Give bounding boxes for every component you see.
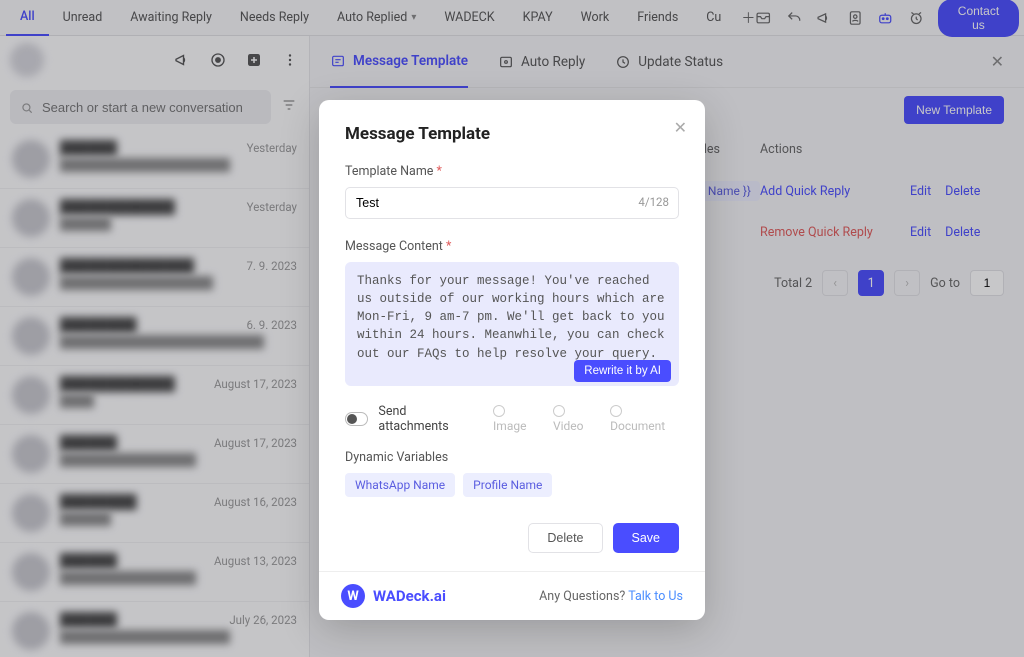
- attachment-options: Image Video Document: [493, 405, 679, 433]
- template-name-label: Template Name *: [345, 164, 679, 179]
- dynamic-variables-label: Dynamic Variables: [345, 450, 679, 465]
- message-content-label: Message Content *: [345, 239, 679, 254]
- attach-option-image: Image: [493, 405, 541, 433]
- variable-chip-whatsapp-name[interactable]: WhatsApp Name: [345, 473, 455, 497]
- send-attachments-row: Send attachments Image Video Document: [345, 404, 679, 434]
- template-name-counter: 4/128: [638, 195, 669, 209]
- brand-logo-icon: W: [341, 584, 365, 608]
- dynamic-variable-chips: WhatsApp Name Profile Name: [345, 473, 679, 497]
- talk-to-us-link[interactable]: Talk to Us: [628, 589, 683, 604]
- brand: W WADeck.ai: [341, 584, 446, 608]
- send-attachments-label: Send attachments: [378, 404, 477, 434]
- variable-chip-profile-name[interactable]: Profile Name: [463, 473, 552, 497]
- attach-option-document: Document: [610, 405, 679, 433]
- template-name-input[interactable]: [345, 187, 679, 219]
- rewrite-ai-button[interactable]: Rewrite it by AI: [574, 360, 671, 382]
- modal-overlay: Message Template ✕ Template Name * 4/128…: [0, 0, 1024, 657]
- modal-footer: W WADeck.ai Any Questions? Talk to Us: [319, 571, 705, 620]
- modal-actions: Delete Save: [345, 523, 679, 553]
- modal-save-button[interactable]: Save: [613, 523, 680, 553]
- message-template-modal: Message Template ✕ Template Name * 4/128…: [319, 100, 705, 620]
- attach-option-video: Video: [553, 405, 598, 433]
- modal-close-icon[interactable]: ✕: [674, 118, 687, 137]
- brand-name: WADeck.ai: [373, 587, 446, 605]
- modal-delete-button[interactable]: Delete: [528, 523, 602, 553]
- modal-title: Message Template: [345, 124, 679, 144]
- footer-question: Any Questions? Talk to Us: [539, 589, 683, 604]
- send-attachments-toggle[interactable]: [345, 412, 368, 426]
